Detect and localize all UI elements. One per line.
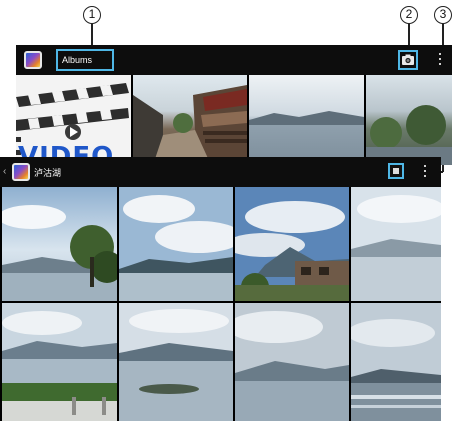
photo-thumb-1[interactable] xyxy=(2,187,117,301)
album-thumb-video[interactable]: VIDEO xyxy=(16,75,131,165)
callout-1: 1 xyxy=(83,6,101,24)
mountain-village-photo xyxy=(235,187,349,301)
albums-title[interactable]: Albums xyxy=(56,49,114,71)
camera-button[interactable] xyxy=(398,50,418,70)
slideshow-button[interactable] xyxy=(388,163,404,179)
albums-screen: Albums VIDEO xyxy=(16,45,452,165)
photo-thumb-3[interactable] xyxy=(235,187,349,301)
photo-thumb-8[interactable] xyxy=(351,303,441,421)
lake-photo xyxy=(249,111,364,125)
album-thumb-town[interactable] xyxy=(133,75,247,165)
photo-thumb-2[interactable] xyxy=(119,187,233,301)
album-detail-screen: ‹ 泸沽湖 xyxy=(0,157,441,421)
albums-action-bar: Albums xyxy=(16,45,452,75)
hazy-lake-photo xyxy=(351,187,441,301)
town-photo xyxy=(133,85,247,165)
photo-thumb-7[interactable] xyxy=(235,303,349,421)
island-lake-photo xyxy=(119,303,233,421)
slideshow-icon xyxy=(393,168,399,174)
callout-3: 3 xyxy=(434,6,452,24)
gallery-app-icon[interactable] xyxy=(24,51,42,69)
callout-1-leader xyxy=(91,24,93,47)
cloud-lake-photo xyxy=(119,187,233,301)
trees-photo xyxy=(366,105,452,165)
chevron-left-icon[interactable]: ‹ xyxy=(3,166,6,178)
album-title: 泸沽湖 xyxy=(34,168,62,178)
callout-2: 2 xyxy=(400,6,418,24)
photo-thumb-4[interactable] xyxy=(351,187,441,301)
album-thumb-trees[interactable] xyxy=(366,75,452,165)
lakeshore-photo xyxy=(2,303,117,421)
more-vert-icon[interactable] xyxy=(438,53,442,67)
lake-trees-photo xyxy=(2,187,117,301)
more-vert-icon[interactable] xyxy=(423,165,427,179)
overcast-lake-photo xyxy=(235,303,349,421)
photo-thumb-6[interactable] xyxy=(119,303,233,421)
album-action-bar: ‹ 泸沽湖 xyxy=(0,157,441,187)
sunset-lake-photo xyxy=(351,303,441,421)
photo-thumb-5[interactable] xyxy=(2,303,117,421)
gallery-app-icon[interactable] xyxy=(12,163,30,181)
camera-icon xyxy=(402,54,414,65)
album-thumb-lake[interactable] xyxy=(249,75,364,165)
